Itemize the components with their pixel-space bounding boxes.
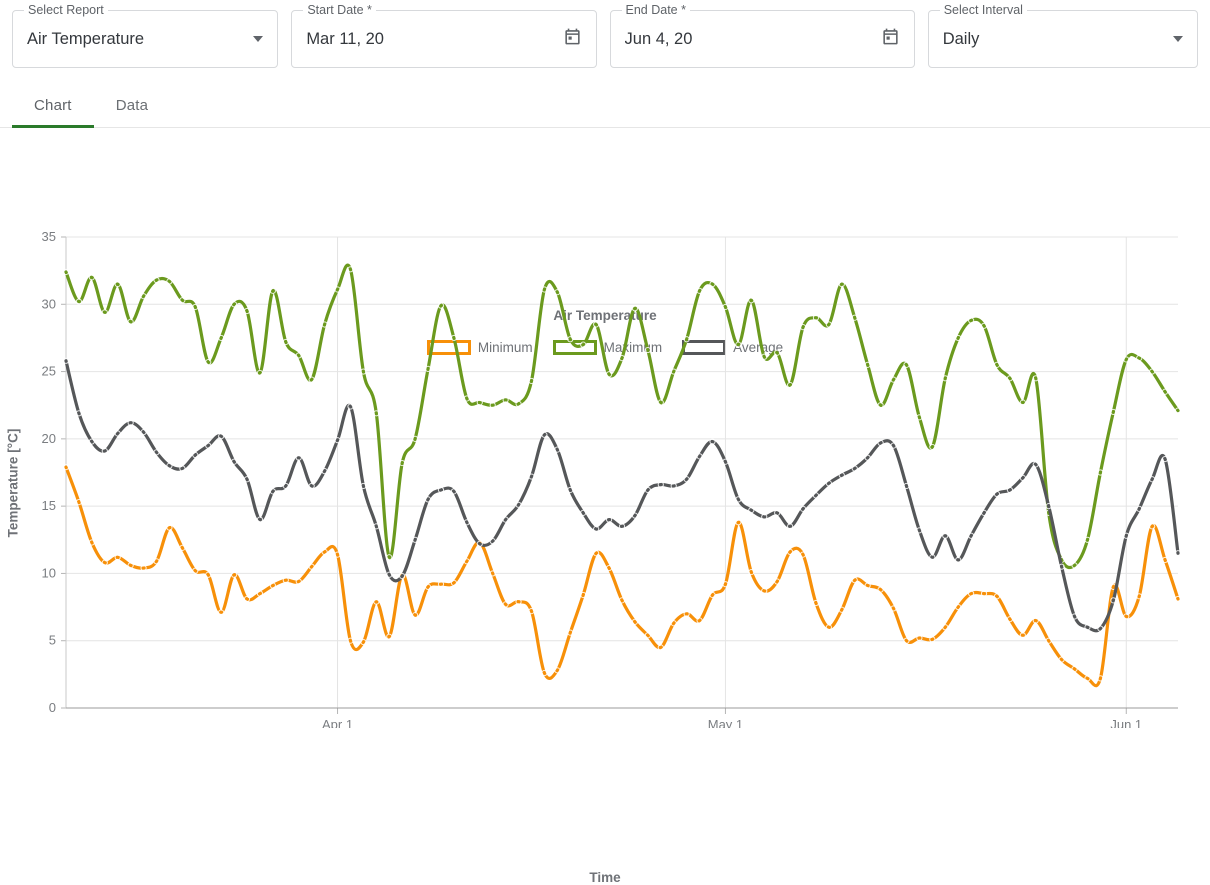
x-axis-label: Time: [589, 870, 621, 885]
select-report-field[interactable]: Select Report Air Temperature: [12, 3, 279, 68]
tab-chart[interactable]: Chart: [12, 97, 94, 128]
calendar-icon[interactable]: [881, 27, 900, 51]
start-date-value: Mar 11, 20: [306, 29, 384, 48]
chart-plot[interactable]: 0 5 10 15 20 25 30 35 Apr 1 May 1 Jun 1: [0, 128, 1210, 728]
select-interval-legend: Select Interval: [939, 3, 1027, 17]
chevron-down-icon[interactable]: [253, 36, 264, 42]
tab-bar: Chart Data: [0, 78, 1210, 128]
svg-text:Apr 1: Apr 1: [322, 717, 353, 728]
svg-text:5: 5: [49, 633, 56, 648]
start-date-field[interactable]: Start Date * Mar 11, 20: [291, 3, 597, 68]
svg-text:0: 0: [49, 700, 56, 715]
select-report-value: Air Temperature: [27, 29, 145, 48]
series-maximum: [62, 263, 1182, 570]
tab-data[interactable]: Data: [94, 97, 171, 127]
chart-container: Air Temperature Minimum Maximum Average …: [0, 128, 1210, 885]
select-interval-value: Daily: [942, 29, 980, 48]
svg-text:30: 30: [42, 296, 56, 311]
start-date-legend: Start Date *: [303, 3, 376, 17]
series-minimum: [62, 464, 1182, 688]
end-date-legend: End Date *: [621, 3, 690, 17]
svg-text:May 1: May 1: [708, 717, 743, 728]
end-date-field[interactable]: End Date * Jun 4, 20: [609, 3, 915, 68]
svg-text:10: 10: [42, 565, 56, 580]
svg-text:35: 35: [42, 229, 56, 244]
calendar-icon[interactable]: [563, 27, 582, 51]
series-average: [62, 357, 1182, 633]
end-date-value: Jun 4, 20: [624, 29, 693, 48]
svg-text:Jun 1: Jun 1: [1110, 717, 1142, 728]
svg-text:15: 15: [42, 498, 56, 513]
select-interval-field[interactable]: Select Interval Daily: [927, 3, 1199, 68]
y-axis-label: Temperature [°C]: [5, 428, 21, 538]
svg-text:20: 20: [42, 431, 56, 446]
chevron-down-icon[interactable]: [1173, 36, 1184, 42]
svg-text:25: 25: [42, 364, 56, 379]
select-report-legend: Select Report: [24, 3, 108, 17]
filter-bar: Select Report Air Temperature Start Date…: [0, 0, 1210, 78]
